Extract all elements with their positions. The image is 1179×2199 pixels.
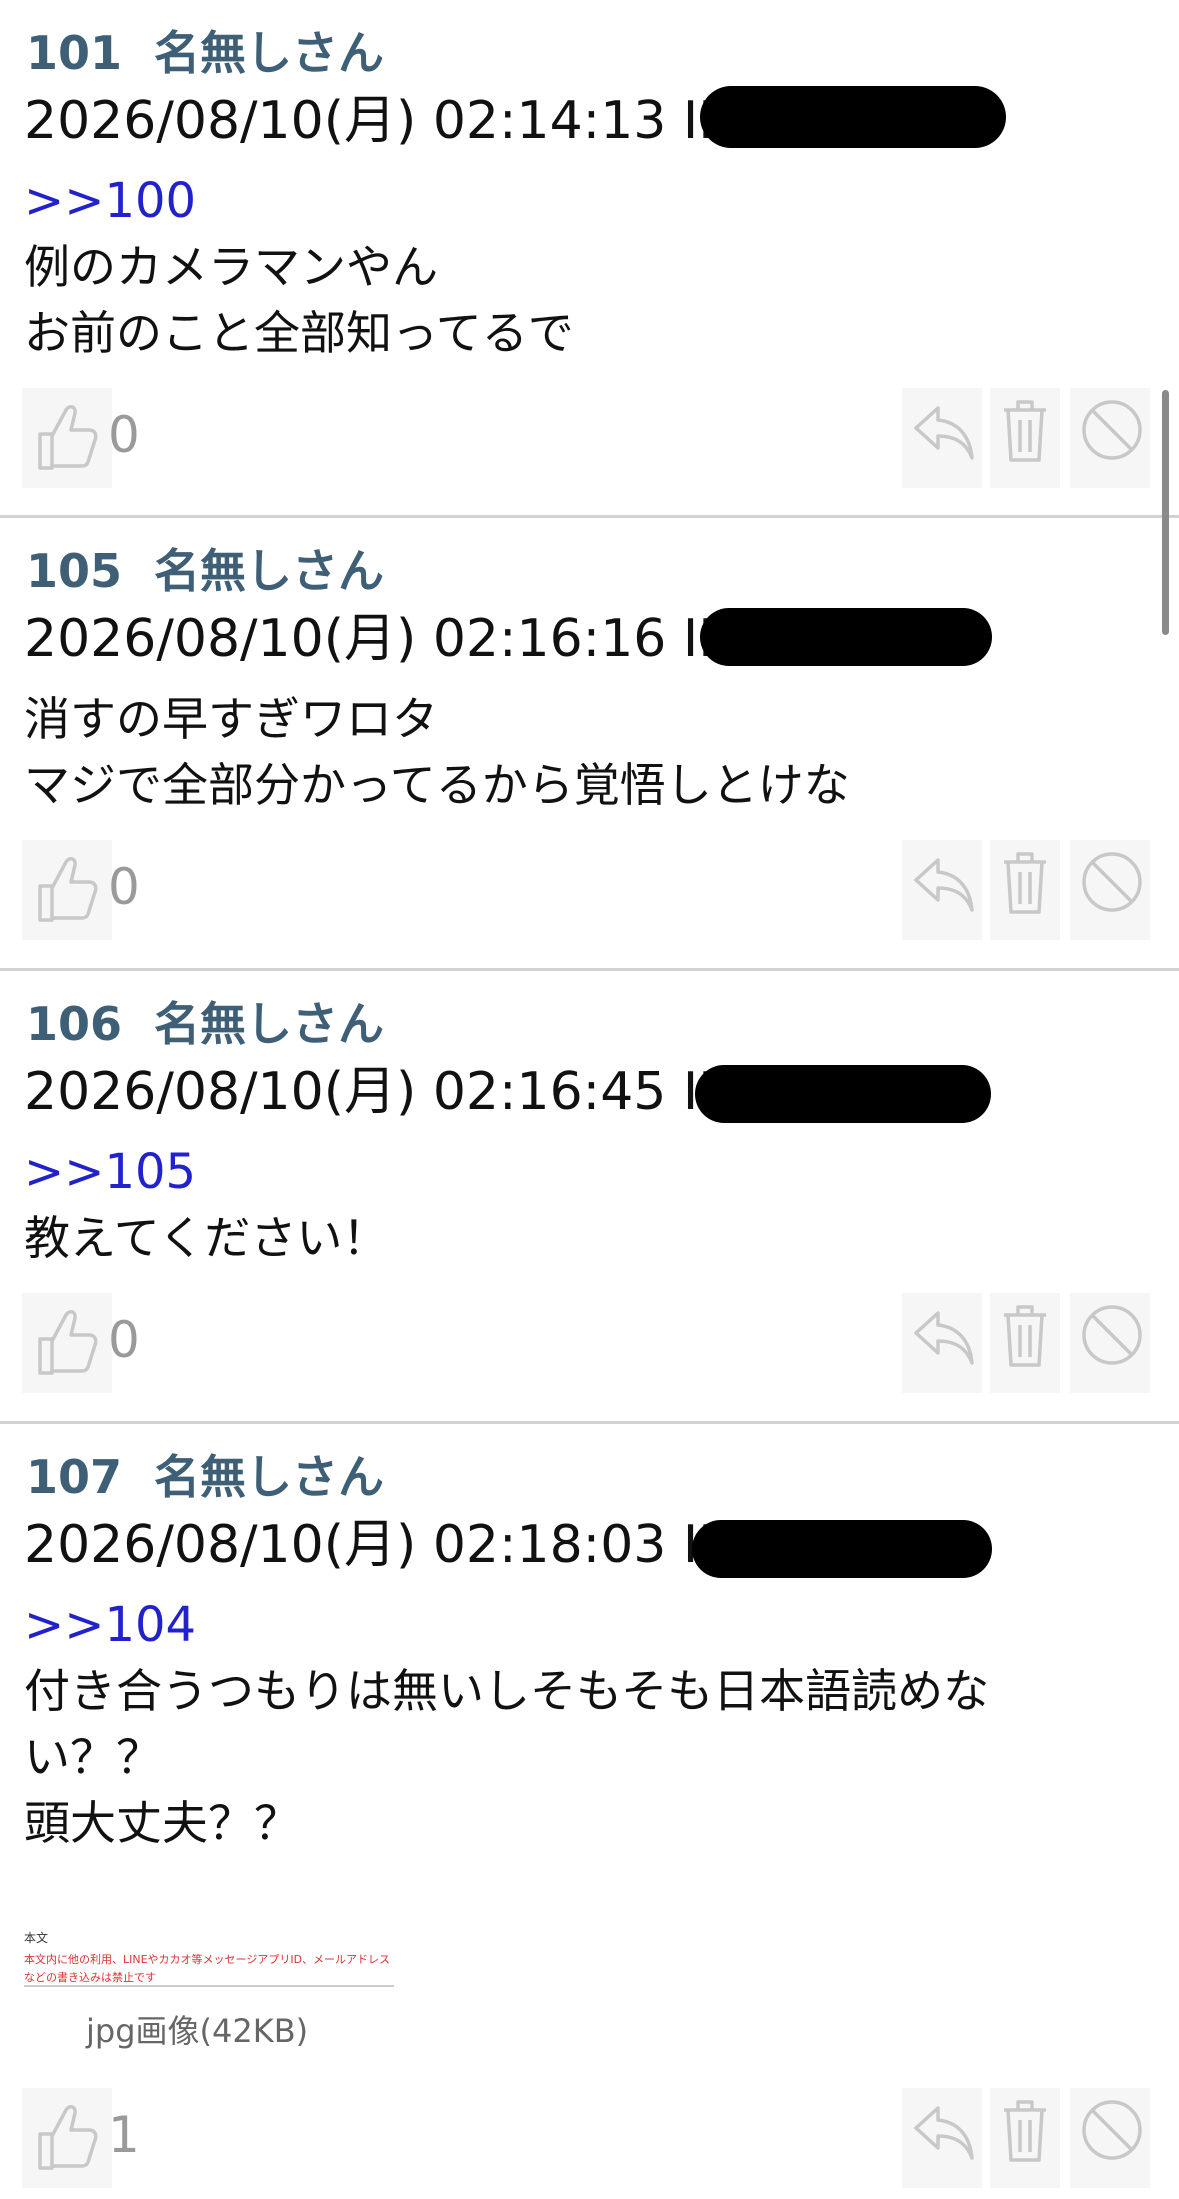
post-101: 101 名無しさん 2026/08/10(月) 02:14:13 ID: >>10… (0, 0, 1179, 518)
post-number[interactable]: 107 (26, 1450, 122, 1504)
thumbs-up-icon (38, 1310, 98, 1375)
trash-icon[interactable] (1000, 848, 1050, 918)
block-icon[interactable] (1080, 1303, 1144, 1367)
post-actions: 0 (22, 388, 1157, 488)
post-actions: 0 (22, 1293, 1157, 1393)
redacted-id (695, 1065, 991, 1123)
post-105: 105 名無しさん 2026/08/10(月) 02:16:16 ID: 消すの早… (0, 518, 1179, 971)
like-button[interactable] (22, 2088, 112, 2188)
attachment-thumb-text: などの書き込みは禁止です (24, 1971, 156, 1984)
like-button[interactable] (22, 1293, 112, 1393)
poster-name: 名無しさん (154, 544, 385, 598)
reply-anchor-link[interactable]: >>100 (24, 168, 574, 234)
thumbs-up-icon (38, 405, 98, 470)
post-datetime: 2026/08/10(月) 02:16:16 ID: (24, 609, 756, 669)
post-line: お前のこと全部知ってるで (24, 306, 574, 360)
thumbs-up-icon (38, 2105, 98, 2170)
reply-icon[interactable] (912, 400, 976, 464)
trash-icon[interactable] (1000, 2096, 1050, 2166)
redacted-id (700, 608, 992, 666)
attachment-label[interactable]: jpg画像(42KB) (86, 2006, 308, 2052)
post-number[interactable]: 101 (26, 26, 122, 80)
like-count: 0 (108, 1311, 140, 1369)
post-number[interactable]: 106 (26, 997, 122, 1051)
post-106: 106 名無しさん 2026/08/10(月) 02:16:45 ID >>105… (0, 971, 1179, 1424)
like-count: 0 (108, 858, 140, 916)
attachment-thumb-rule (24, 1985, 394, 1987)
post-actions: 0 (22, 840, 1157, 940)
post-line: い？？ (24, 1730, 162, 1784)
post-header: 101 名無しさん (26, 30, 384, 76)
post-line: 消すの早すぎワロタ (24, 692, 438, 746)
poster-name: 名無しさん (154, 997, 385, 1051)
poster-name: 名無しさん (154, 26, 385, 80)
post-body: >>104 付き合うつもりは無いしそもそも日本語読めな い？？ 頭大丈夫？？ (24, 1592, 989, 1856)
post-line: 教えてください！ (24, 1211, 389, 1265)
post-number[interactable]: 105 (26, 544, 122, 598)
post-body: 消すの早すぎワロタ マジで全部分かってるから覚悟しとけな (24, 686, 850, 818)
post-header: 106 名無しさん (26, 1001, 384, 1047)
attachment-thumbnail[interactable]: 本文 本文内に他の利用、LINEやカカオ等メッセージアプリID、メールアドレス … (24, 1929, 394, 1989)
reply-icon[interactable] (912, 2100, 976, 2164)
redacted-id (692, 1520, 992, 1578)
like-button[interactable] (22, 388, 112, 488)
post-107: 107 名無しさん 2026/08/10(月) 02:18:03 ID >>104… (0, 1424, 1179, 2199)
post-datetime: 2026/08/10(月) 02:18:03 ID (24, 1515, 739, 1575)
post-line: 頭大丈夫？？ (24, 1796, 300, 1850)
post-datetime: 2026/08/10(月) 02:14:13 ID: (24, 91, 756, 151)
post-actions: 1 (22, 2088, 1157, 2188)
thumbs-up-icon (38, 857, 98, 922)
like-button[interactable] (22, 840, 112, 940)
reply-anchor-link[interactable]: >>104 (24, 1592, 989, 1658)
block-icon[interactable] (1080, 850, 1144, 914)
post-body: >>100 例のカメラマンやん お前のこと全部知ってるで (24, 168, 574, 366)
attachment-thumb-text: 本文内に他の利用、LINEやカカオ等メッセージアプリID、メールアドレス (24, 1953, 391, 1966)
reply-anchor-link[interactable]: >>105 (24, 1139, 388, 1205)
post-line: 付き合うつもりは無いしそもそも日本語読めな (24, 1664, 990, 1718)
block-icon[interactable] (1080, 398, 1144, 462)
redacted-id (700, 86, 1006, 148)
post-header: 105 名無しさん (26, 548, 384, 594)
block-icon[interactable] (1080, 2098, 1144, 2162)
reply-icon[interactable] (912, 852, 976, 916)
attachment-thumb-heading: 本文 (24, 1931, 49, 1945)
post-body: >>105 教えてください！ (24, 1139, 388, 1271)
post-header: 107 名無しさん (26, 1454, 384, 1500)
poster-name: 名無しさん (154, 1450, 385, 1504)
post-datetime: 2026/08/10(月) 02:16:45 ID (24, 1062, 739, 1122)
post-line: 例のカメラマンやん (24, 240, 438, 294)
like-count: 0 (108, 406, 140, 464)
trash-icon[interactable] (1000, 1301, 1050, 1371)
trash-icon[interactable] (1000, 396, 1050, 466)
post-line: マジで全部分かってるから覚悟しとけな (24, 758, 850, 812)
reply-icon[interactable] (912, 1305, 976, 1369)
like-count: 1 (108, 2106, 140, 2164)
scrollbar[interactable] (1162, 390, 1169, 635)
